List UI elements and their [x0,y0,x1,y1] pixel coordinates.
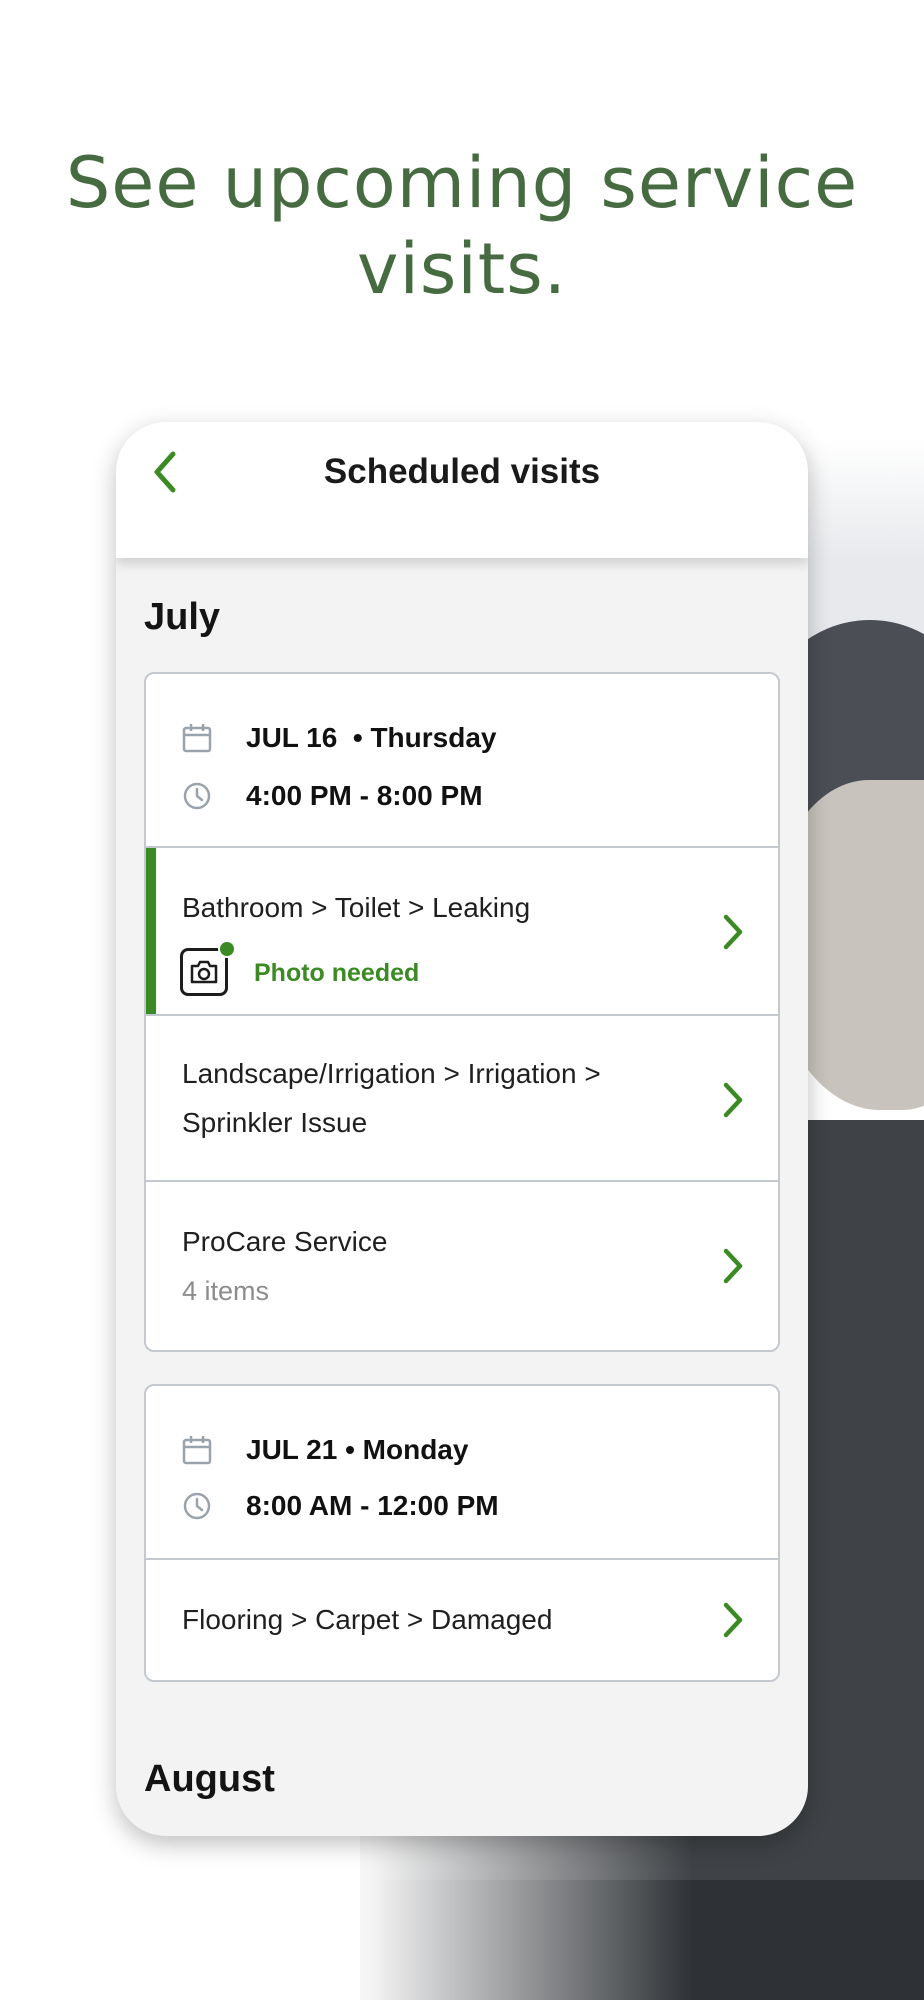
list-item-bathroom-toilet[interactable]: Bathroom > Toilet > Leaking Photo needed [146,848,778,1016]
chevron-right-icon [723,1602,743,1638]
list-item-landscape-irrigation[interactable]: Landscape/Irrigation > Irrigation > Spri… [146,1016,778,1182]
month-heading-july: July [144,596,221,638]
chevron-right-icon [723,1248,743,1284]
list-item-procare-service[interactable]: ProCare Service 4 items [146,1182,778,1350]
visit-time: 4:00 PM - 8:00 PM [246,780,483,811]
chevron-right-icon [723,914,743,950]
visit-time: 8:00 AM - 12:00 PM [246,1490,499,1521]
visit-card: JUL 21 • Monday 8:00 AM - 12:00 PM Floor… [144,1384,780,1682]
camera-button[interactable] [180,940,236,996]
item-title: Landscape/Irrigation > Irrigation > [182,1058,601,1089]
item-title: Bathroom > Toilet > Leaking [182,892,531,923]
calendar-icon [180,1433,214,1467]
list-item-flooring-carpet[interactable]: Flooring > Carpet > Damaged [146,1560,778,1680]
item-title: ProCare Service [182,1226,388,1257]
chevron-right-icon [723,1082,743,1118]
visit-date-block: JUL 16 • Thursday 4:00 PM - 8:00 PM [146,674,778,848]
camera-icon [190,960,218,984]
visit-date-block: JUL 21 • Monday 8:00 AM - 12:00 PM [146,1386,778,1560]
attention-indicator [146,848,156,1014]
month-heading-august: August [144,1758,275,1800]
item-subtitle: 4 items [182,1276,270,1306]
photo-needed-badge: Photo needed [254,959,420,987]
phone-screen: Scheduled visits July JUL 16 • Thursday [116,422,808,1836]
notification-dot [218,940,236,958]
item-title: Flooring > Carpet > Damaged [182,1604,553,1635]
page-title: Scheduled visits [323,452,601,491]
visit-date: JUL 16 • Thursday [246,722,497,753]
calendar-icon [180,721,214,755]
visit-card: JUL 16 • Thursday 4:00 PM - 8:00 PM Bath… [144,672,780,1352]
clock-icon [180,779,214,813]
app-header: Scheduled visits [116,422,808,558]
clock-icon [180,1489,214,1523]
headline: See upcoming service visits. [65,142,859,310]
item-title-line2: Sprinkler Issue [182,1107,368,1138]
visit-date: JUL 21 • Monday [246,1434,469,1465]
